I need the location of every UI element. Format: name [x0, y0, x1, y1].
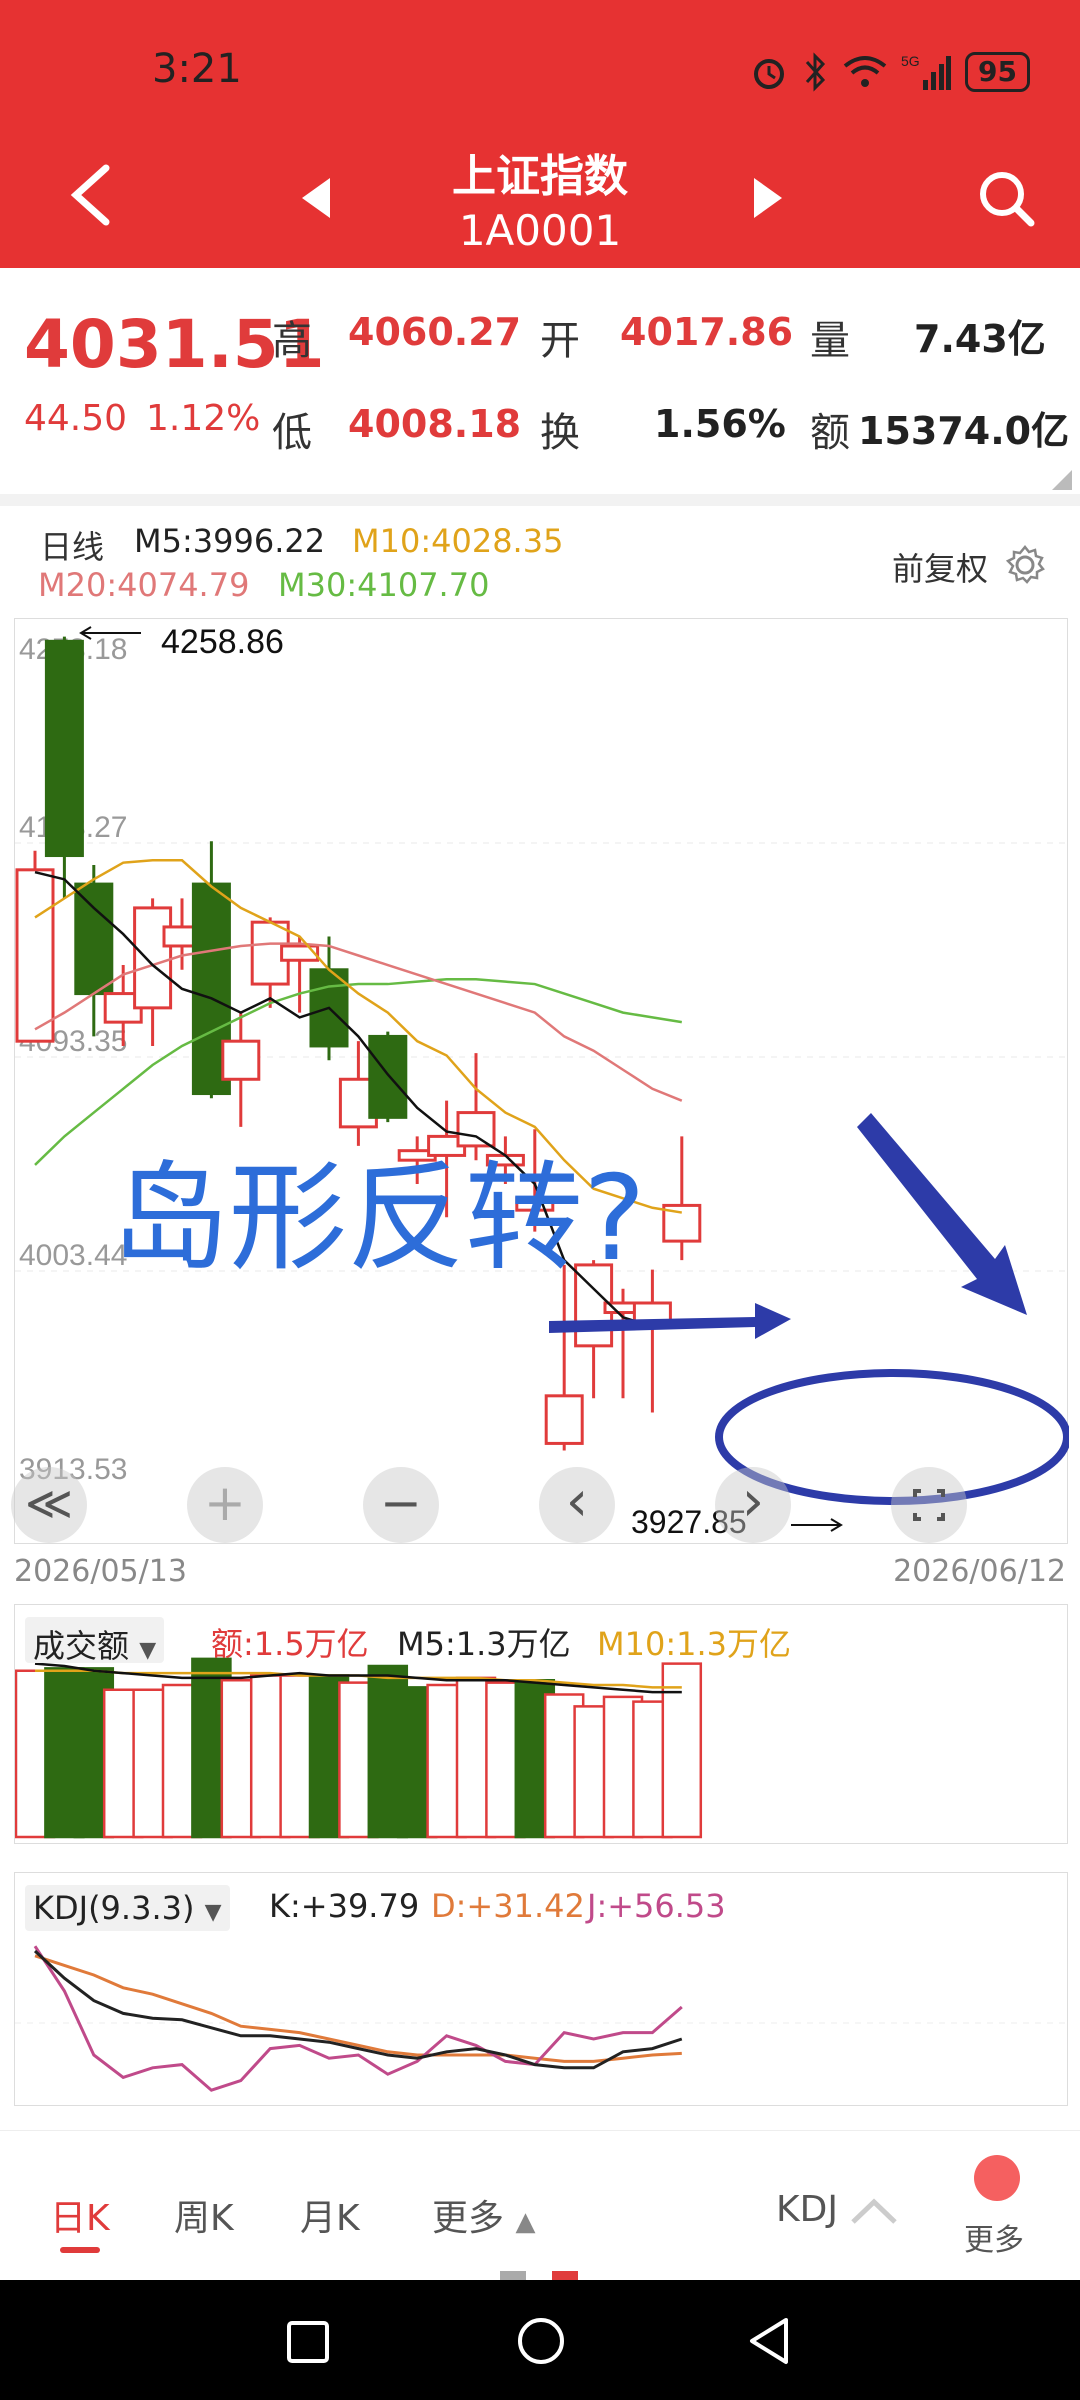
volume-chart[interactable]: 成交额 ▼ 额:1.5万亿 M5:1.3万亿 M10:1.3万亿 — [14, 1604, 1068, 1844]
fullscreen-button[interactable] — [891, 1467, 967, 1543]
low-value: 4008.18 — [348, 402, 522, 446]
active-tab-indicator — [60, 2247, 100, 2253]
tab-more[interactable]: 更多 ▲ — [432, 2189, 535, 2241]
next-stock-icon[interactable] — [752, 176, 786, 220]
alarm-icon — [754, 59, 785, 89]
volume-m10: M10:1.3万亿 — [597, 1625, 792, 1663]
turnover-value: 1.56% — [654, 402, 786, 446]
kdj-indicator-label: KDJ(9.3.3) — [33, 1889, 195, 1927]
ma20-value: M20:4074.79 — [38, 566, 250, 604]
candle-body — [221, 1039, 261, 1081]
rewind-button[interactable]: ≪ — [11, 1467, 87, 1543]
wifi-icon — [843, 56, 887, 87]
ma5-value: M5:3996.22 — [134, 522, 326, 560]
volume-m5: M5:1.3万亿 — [397, 1625, 571, 1663]
tab-monthly[interactable]: 月K — [300, 2189, 360, 2241]
kdj-k-value: K:+39.79 — [269, 1887, 420, 1925]
amount-value: 15374.0亿 — [858, 409, 1070, 453]
ma10-value: M10:4028.35 — [352, 522, 564, 560]
amount-label: 额 — [810, 410, 850, 456]
candle-body — [44, 639, 84, 858]
tab-daily[interactable]: 日K — [50, 2189, 110, 2241]
scroll-left-button[interactable]: ‹ — [539, 1467, 615, 1543]
prev-stock-icon[interactable] — [298, 176, 332, 220]
kdj-indicator-select[interactable]: KDJ(9.3.3) ▼ — [25, 1885, 230, 1931]
min-arrow — [791, 1518, 843, 1532]
date-start: 2026/05/13 — [14, 1554, 187, 1589]
kdj-k-line — [33, 1949, 683, 2070]
scroll-right-button[interactable]: › — [715, 1467, 791, 1543]
max-price-label: 4258.86 — [161, 623, 284, 661]
status-icons: 5G 95 — [749, 50, 1030, 94]
price-change: 44.50 — [24, 398, 128, 439]
divider — [0, 494, 1080, 506]
volume-indicator-select[interactable]: 成交额 ▼ — [25, 1617, 165, 1665]
kdj-j-value: J:+56.53 — [587, 1887, 726, 1925]
more-dot-icon — [974, 2155, 1020, 2201]
bluetooth-icon — [805, 52, 826, 92]
dropdown-icon: ▼ — [204, 1900, 222, 1925]
candle-body — [544, 1394, 584, 1445]
annotation-text: 岛形反转? — [111, 1149, 646, 1287]
high-value: 4060.27 — [348, 310, 522, 354]
battery-indicator: 95 — [965, 52, 1030, 92]
volume-value: 7.43亿 — [914, 317, 1046, 361]
more-label: 更多 — [964, 2223, 1024, 2258]
volume-label: 量 — [810, 318, 850, 364]
kdj-d-value: D:+31.42 — [431, 1887, 585, 1925]
kdj-chart[interactable]: KDJ(9.3.3) ▼ K:+39.79 D:+31.42 J:+56.53 — [14, 1872, 1069, 2106]
quote-panel: 4031.51 44.50 1.12% 高 4060.27 低 4008.18 … — [0, 268, 1080, 498]
search-icon[interactable] — [976, 168, 1036, 228]
volume-amount: 额:1.5万亿 — [211, 1625, 369, 1663]
stock-code: 1A0001 — [458, 206, 622, 255]
volume-indicator-label: 成交额 — [33, 1627, 130, 1665]
caret-up-icon: ▲ — [515, 2207, 536, 2237]
open-value: 4017.86 — [620, 310, 794, 354]
open-label: 开 — [540, 318, 580, 364]
fullscreen-icon — [913, 1489, 945, 1521]
period-label: 日线 — [40, 528, 105, 566]
expand-corner-icon[interactable] — [1052, 470, 1072, 490]
gear-icon[interactable] — [1004, 544, 1046, 586]
kline-svg[interactable]: 4273.184183.274093.354003.443913.534258.… — [15, 619, 1069, 1545]
candle-body — [15, 868, 55, 1043]
tab-weekly[interactable]: 周K — [174, 2189, 234, 2241]
ma30-value: M30:4107.70 — [278, 566, 490, 604]
recents-icon[interactable] — [286, 2320, 330, 2364]
indicator-tab-label: KDJ — [776, 2189, 838, 2230]
signal-icon: 5G — [901, 53, 952, 90]
indicator-tab[interactable]: KDJ — [776, 2189, 899, 2230]
period-tabs: 日K 周K 月K 更多 ▲ KDJ 更多 — [0, 2130, 1080, 2281]
low-label: 低 — [272, 410, 312, 456]
candle-body — [74, 882, 114, 996]
tab-more-label: 更多 — [432, 2198, 505, 2239]
back-icon[interactable] — [62, 160, 122, 230]
volume-bar — [661, 1662, 703, 1839]
adjust-mode[interactable]: 前复权 — [892, 544, 988, 590]
top-bar: 3:21 5G 95 上证指数 1A0001 — [0, 0, 1080, 268]
kline-chart[interactable]: 4273.184183.274093.354003.443913.534258.… — [11, 618, 1069, 1545]
zoom-out-button[interactable]: − — [363, 1467, 439, 1543]
home-icon[interactable] — [516, 2316, 566, 2366]
turnover-label: 换 — [540, 410, 580, 456]
candle-body — [133, 906, 173, 1010]
page-title: 上证指数 — [452, 151, 628, 202]
svg-text:5G: 5G — [901, 53, 920, 69]
candle-body — [368, 1034, 408, 1119]
status-time: 3:21 — [152, 46, 242, 92]
candle-body — [280, 944, 320, 962]
system-nav-bar — [0, 2280, 1080, 2400]
kdj-d-line — [34, 1954, 682, 2063]
date-end: 2026/06/12 — [893, 1554, 1066, 1589]
more-button[interactable]: 更多 — [962, 2155, 1032, 2275]
dropdown-icon: ▼ — [139, 1638, 157, 1663]
zoom-in-button[interactable]: + — [187, 1467, 263, 1543]
price-change-pct: 1.12% — [146, 398, 261, 439]
chevron-up-icon — [851, 2198, 898, 2224]
arrow-down-annotation — [857, 1113, 1027, 1315]
high-label: 高 — [272, 318, 312, 364]
candle-body — [456, 1111, 496, 1148]
back-nav-icon[interactable] — [746, 2316, 792, 2366]
